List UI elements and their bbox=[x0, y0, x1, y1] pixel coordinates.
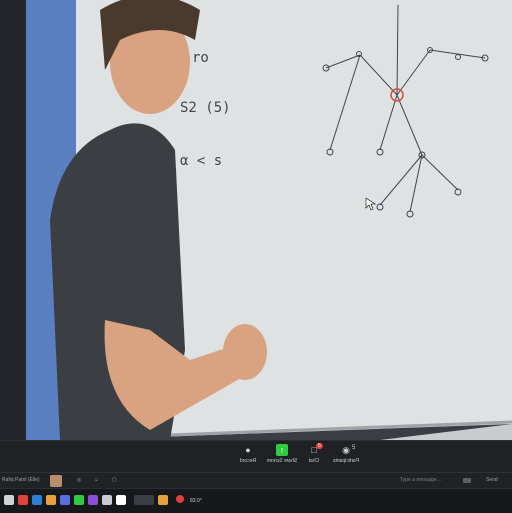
user-avatar bbox=[50, 475, 62, 487]
mic-icon[interactable]: ◎ bbox=[77, 477, 81, 483]
app-icon-1[interactable] bbox=[18, 495, 28, 505]
taskbar: 83.0° bbox=[0, 488, 512, 513]
person-hand bbox=[223, 324, 267, 380]
app-icon-7[interactable] bbox=[102, 495, 112, 505]
app-icon-4[interactable] bbox=[60, 495, 70, 505]
send-button[interactable]: Send bbox=[486, 477, 498, 483]
video-left-edge bbox=[0, 0, 26, 440]
app-icon-3[interactable] bbox=[46, 495, 56, 505]
video-stage: ro S2 (5) α < s bbox=[0, 0, 512, 440]
chat-send-indicator bbox=[463, 478, 471, 483]
app-icon-8[interactable] bbox=[116, 495, 126, 505]
participants-count: 5 bbox=[352, 445, 356, 451]
weather-temp: 83.0° bbox=[190, 498, 202, 504]
meeting-controls-bar: ● Record ↑ Share Screen □ 5 Chat ◉ 5 Par… bbox=[0, 440, 512, 473]
participants-button[interactable]: ◉ 5 Participants bbox=[326, 443, 366, 471]
file-icon[interactable]: ▢ bbox=[112, 477, 117, 483]
reaction-icon[interactable]: ☺ bbox=[94, 477, 99, 483]
board-text-1: ro bbox=[192, 50, 209, 66]
app-icon-6[interactable] bbox=[88, 495, 98, 505]
chat-badge: 5 bbox=[316, 443, 323, 449]
weather-icon[interactable] bbox=[176, 495, 184, 503]
board-text-3: α < s bbox=[180, 153, 222, 169]
share-screen-icon: ↑ bbox=[276, 444, 288, 456]
app-icon-2[interactable] bbox=[32, 495, 42, 505]
participants-icon: ◉ bbox=[342, 445, 350, 455]
video-frame: ro S2 (5) α < s bbox=[0, 0, 512, 440]
board-text-2: S2 (5) bbox=[180, 100, 231, 116]
app-icon-10[interactable] bbox=[158, 495, 168, 505]
app-icon-9[interactable] bbox=[134, 495, 154, 505]
chat-input-strip: Rafiq Patel (Elle) ◎ ☺ ▢ Type a message.… bbox=[0, 472, 512, 489]
record-icon: ● bbox=[245, 445, 251, 455]
chat-input[interactable]: Type a message... bbox=[400, 477, 441, 483]
participants-label: Participants bbox=[332, 458, 360, 464]
start-icon[interactable] bbox=[4, 495, 14, 505]
app-icon-5[interactable] bbox=[74, 495, 84, 505]
user-name: Rafiq Patel (Elle) bbox=[2, 477, 40, 483]
